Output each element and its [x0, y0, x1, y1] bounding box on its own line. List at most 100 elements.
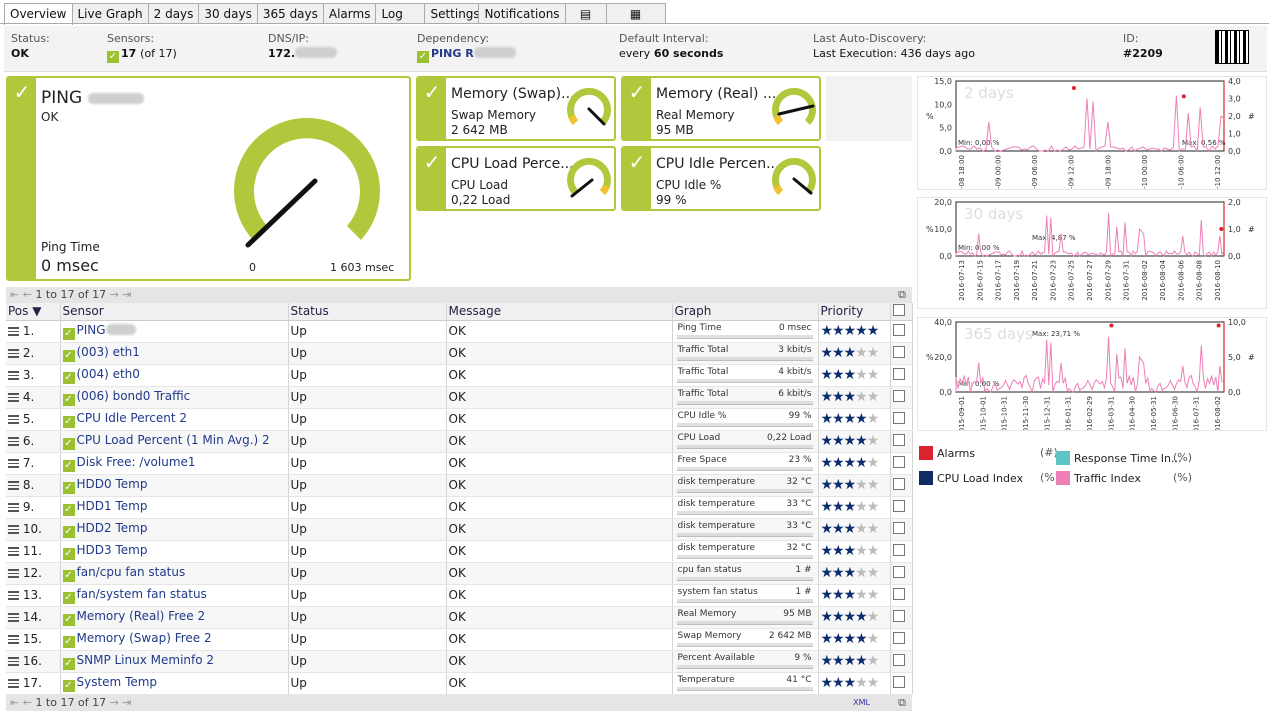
priority-stars[interactable]: ★★★★★: [821, 433, 880, 449]
graph-cell[interactable]: CPU Load 0,22 Load: [672, 430, 819, 453]
select-cell[interactable]: [890, 430, 913, 453]
sensor-link[interactable]: fan/system fan status: [77, 587, 207, 601]
pos-cell[interactable]: 17.: [6, 672, 61, 695]
next-page-icon[interactable]: →: [110, 696, 119, 709]
first-page-icon[interactable]: ⇤: [10, 696, 19, 709]
select-cell[interactable]: [890, 496, 913, 519]
priority-stars[interactable]: ★★★★★: [821, 675, 880, 691]
graph-cell[interactable]: system fan status 1 #: [672, 584, 819, 607]
priority-cell[interactable]: ★★★★★: [818, 452, 891, 475]
sensor-link[interactable]: SNMP Linux Meminfo 2: [77, 653, 215, 667]
priority-stars[interactable]: ★★★★★: [821, 521, 880, 537]
select-cell[interactable]: [890, 540, 913, 563]
sensor-cell[interactable]: ✓ Memory (Real) Free 2: [60, 606, 289, 629]
pos-cell[interactable]: 16.: [6, 650, 61, 673]
tab-live-graph[interactable]: Live Graph: [71, 3, 149, 24]
graph-cell[interactable]: disk temperature 32 °C: [672, 540, 819, 563]
graph-cell[interactable]: Real Memory 95 MB: [672, 606, 819, 629]
table-row[interactable]: 7. ✓ Disk Free: /volume1 Up OK Free Space 23 %…: [6, 452, 913, 475]
tab-comments[interactable]: ▤: [564, 3, 607, 24]
pos-cell[interactable]: 11.: [6, 540, 61, 563]
select-cell[interactable]: [890, 672, 913, 695]
qr-code-icon[interactable]: [1215, 30, 1249, 64]
table-row[interactable]: 5. ✓ CPU Idle Percent 2 Up OK CPU Idle % 99 % ★…: [6, 408, 913, 431]
select-cell[interactable]: [890, 584, 913, 607]
graph-cell[interactable]: Traffic Total 4 kbit/s: [672, 364, 819, 387]
expand-icon[interactable]: ⧉: [898, 695, 906, 711]
gauge-cpu-idle[interactable]: ✓ CPU Idle Percen... CPU Idle % 99 %: [621, 146, 821, 211]
gauge-memory-swap[interactable]: ✓ Memory (Swap)... Swap Memory 2 642 MB: [416, 76, 616, 141]
sensor-cell[interactable]: ✓ (004) eth0: [60, 364, 289, 387]
priority-cell[interactable]: ★★★★★: [818, 540, 891, 563]
priority-cell[interactable]: ★★★★★: [818, 496, 891, 519]
priority-stars[interactable]: ★★★★★: [821, 389, 880, 405]
table-row[interactable]: 17. ✓ System Temp Up OK Temperature 41 °C ★★★★★: [6, 672, 913, 695]
graph-cell[interactable]: Swap Memory 2 642 MB: [672, 628, 819, 651]
row-checkbox[interactable]: [892, 587, 905, 600]
select-cell[interactable]: [890, 474, 913, 497]
row-checkbox[interactable]: [892, 565, 905, 578]
sensor-link[interactable]: fan/cpu fan status: [77, 565, 186, 579]
chart-30-days[interactable]: 30 days 20,0 10,0 0,0 2,0 1,0 0,0% #2016-07-13 2…: [917, 197, 1267, 309]
table-row[interactable]: 1. ✓ PING Up OK Ping Time 0 msec ★★★★★: [6, 320, 913, 343]
column-priority[interactable]: Priority: [818, 303, 891, 321]
chart-365-days[interactable]: 365 days 40,0 20,0 0,0 10,0 5,0 0,0% #2015-09-0…: [917, 317, 1267, 437]
graph-cell[interactable]: disk temperature 33 °C: [672, 496, 819, 519]
table-row[interactable]: 11. ✓ HDD3 Temp Up OK disk temperature 32 °C ★★…: [6, 540, 913, 563]
tab-overview[interactable]: Overview: [4, 3, 73, 25]
prev-page-icon[interactable]: ←: [23, 696, 32, 709]
sensor-cell[interactable]: ✓ fan/cpu fan status: [60, 562, 289, 585]
expand-icon[interactable]: ⧉: [898, 287, 906, 303]
sensor-link[interactable]: Memory (Real) Free 2: [77, 609, 206, 623]
select-cell[interactable]: [890, 408, 913, 431]
sensor-cell[interactable]: ✓ (006) bond0 Traffic: [60, 386, 289, 409]
drag-handle-icon[interactable]: [8, 393, 19, 402]
drag-handle-icon[interactable]: [8, 635, 19, 644]
column-select[interactable]: [890, 303, 913, 321]
priority-cell[interactable]: ★★★★★: [818, 342, 891, 365]
graph-cell[interactable]: Percent Available 9 %: [672, 650, 819, 673]
drag-handle-icon[interactable]: [8, 547, 19, 556]
chart-2-days[interactable]: 2 days 15,0 10,0 5,0 0,0 4,0 3,0 2,0 1,0 0,0% #08-…: [917, 76, 1267, 198]
pos-cell[interactable]: 7.: [6, 452, 61, 475]
column-status[interactable]: Status: [288, 303, 447, 321]
column-message[interactable]: Message: [446, 303, 673, 321]
graph-cell[interactable]: Traffic Total 6 kbit/s: [672, 386, 819, 409]
priority-cell[interactable]: ★★★★★: [818, 606, 891, 629]
select-cell[interactable]: [890, 452, 913, 475]
sensor-cell[interactable]: ✓ CPU Load Percent (1 Min Avg.) 2: [60, 430, 289, 453]
sensor-link[interactable]: Disk Free: /volume1: [77, 455, 196, 469]
table-row[interactable]: 10. ✓ HDD2 Temp Up OK disk temperature 33 °C ★★…: [6, 518, 913, 541]
table-row[interactable]: 4. ✓ (006) bond0 Traffic Up OK Traffic Total 6…: [6, 386, 913, 409]
graph-cell[interactable]: Traffic Total 3 kbit/s: [672, 342, 819, 365]
priority-stars[interactable]: ★★★★★: [821, 323, 880, 339]
row-checkbox[interactable]: [892, 411, 905, 424]
xml-export-link[interactable]: XML: [853, 695, 870, 711]
drag-handle-icon[interactable]: [8, 613, 19, 622]
pos-cell[interactable]: 12.: [6, 562, 61, 585]
priority-stars[interactable]: ★★★★★: [821, 587, 880, 603]
table-row[interactable]: 15. ✓ Memory (Swap) Free 2 Up OK Swap Memory 2…: [6, 628, 913, 651]
gauge-ping[interactable]: ✓ PING OK Ping Time 0 msec 0 1 603 msec: [6, 76, 411, 281]
pos-cell[interactable]: 13.: [6, 584, 61, 607]
priority-stars[interactable]: ★★★★★: [821, 609, 880, 625]
drag-handle-icon[interactable]: [8, 569, 19, 578]
priority-stars[interactable]: ★★★★★: [821, 411, 880, 427]
sensor-link[interactable]: HDD3 Temp: [77, 543, 148, 557]
row-checkbox[interactable]: [892, 675, 905, 688]
row-checkbox[interactable]: [892, 345, 905, 358]
first-page-icon[interactable]: ⇤: [10, 288, 19, 301]
priority-cell[interactable]: ★★★★★: [818, 320, 891, 343]
next-page-icon[interactable]: →: [110, 288, 119, 301]
priority-cell[interactable]: ★★★★★: [818, 650, 891, 673]
table-row[interactable]: 9. ✓ HDD1 Temp Up OK disk temperature 33 °C ★★★…: [6, 496, 913, 519]
sensor-link[interactable]: CPU Idle Percent 2: [77, 411, 188, 425]
pos-cell[interactable]: 14.: [6, 606, 61, 629]
select-cell[interactable]: [890, 518, 913, 541]
priority-stars[interactable]: ★★★★★: [821, 543, 880, 559]
row-checkbox[interactable]: [892, 367, 905, 380]
select-cell[interactable]: [890, 342, 913, 365]
tab-30-days[interactable]: 30 days: [198, 3, 258, 24]
table-row[interactable]: 3. ✓ (004) eth0 Up OK Traffic Total 4 kbit/s ★★…: [6, 364, 913, 387]
table-row[interactable]: 16. ✓ SNMP Linux Meminfo 2 Up OK Percent Avai…: [6, 650, 913, 673]
